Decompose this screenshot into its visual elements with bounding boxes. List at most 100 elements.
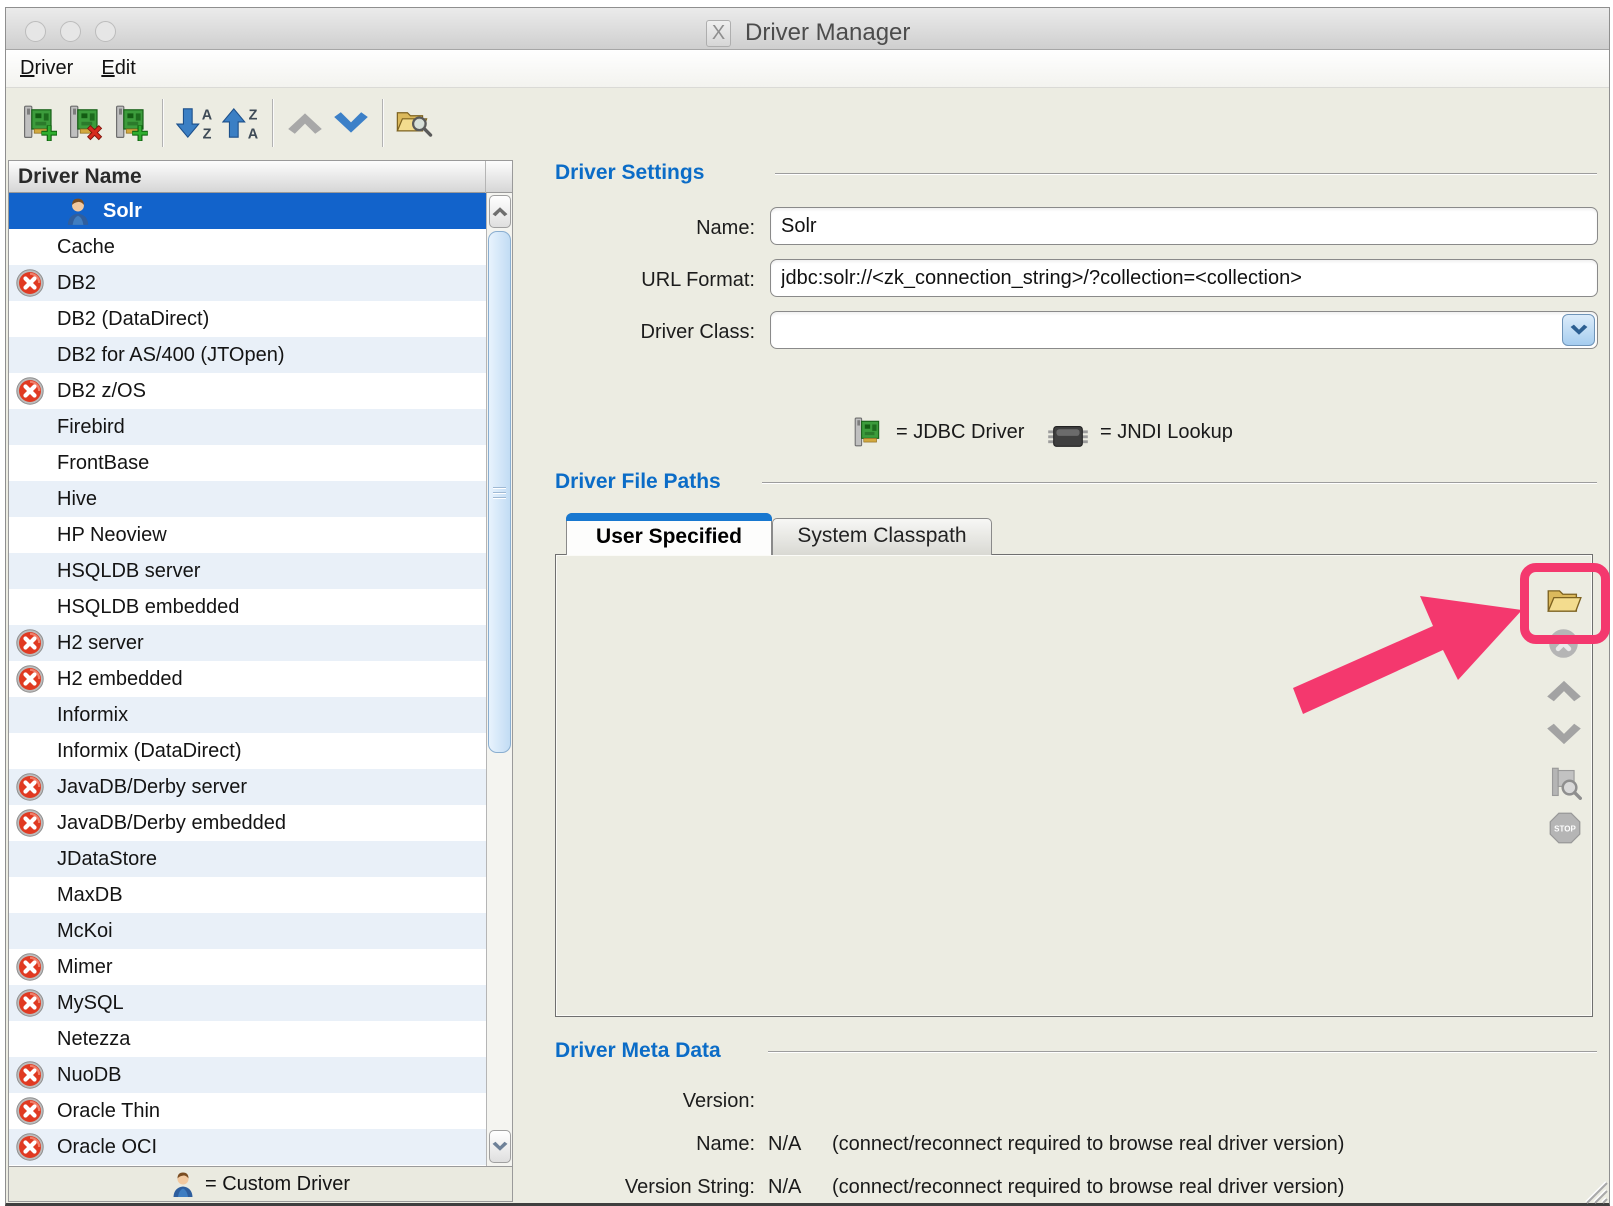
- driver-class-combo[interactable]: [770, 311, 1598, 349]
- sort-letter: Z: [203, 127, 212, 141]
- app-icon: X: [706, 20, 731, 47]
- toolbar: A Z Z A: [6, 88, 1609, 158]
- tab-user-specified[interactable]: User Specified: [566, 513, 772, 555]
- driver-name: McKoi: [57, 913, 113, 949]
- menu-item-driver[interactable]: Driver: [20, 57, 73, 80]
- driver-list-item[interactable]: HSQLDB server: [9, 553, 486, 589]
- meta-name-note: (connect/reconnect required to browse re…: [832, 1133, 1344, 1156]
- move-up-icon: [1546, 678, 1582, 703]
- zoom-button[interactable]: [95, 21, 116, 42]
- driver-class-label: Driver Class:: [540, 321, 755, 344]
- driver-name-input[interactable]: [770, 207, 1598, 245]
- minimize-button[interactable]: [60, 21, 81, 42]
- driver-list-item[interactable]: MySQL: [9, 985, 486, 1021]
- jdbc-driver-legend: = JDBC Driver: [896, 421, 1024, 444]
- driver-name: JavaDB/Derby embedded: [57, 805, 286, 841]
- driver-list-item[interactable]: DB2 z/OS: [9, 373, 486, 409]
- new-driver-button[interactable]: [16, 97, 62, 149]
- driver-list-item[interactable]: HSQLDB embedded: [9, 589, 486, 625]
- path-move-down-button[interactable]: [1546, 722, 1582, 747]
- sort-letter: A: [202, 107, 213, 123]
- highlight-rectangle: [1520, 563, 1610, 644]
- path-move-up-button[interactable]: [1546, 678, 1582, 703]
- tab-system-classpath[interactable]: System Classpath: [772, 518, 992, 555]
- driver-list-item[interactable]: Cache: [9, 229, 486, 265]
- driver-list-item[interactable]: MaxDB: [9, 877, 486, 913]
- driver-name: Firebird: [57, 409, 125, 445]
- driver-list-item[interactable]: FrontBase: [9, 445, 486, 481]
- section-divider: [768, 1051, 1597, 1053]
- scrollbar-grip: [493, 487, 506, 502]
- meta-name-value: N/A: [768, 1133, 801, 1156]
- move-down-button[interactable]: [328, 97, 374, 149]
- toolbar-separator: [272, 99, 274, 147]
- driver-list-item[interactable]: DB2: [9, 265, 486, 301]
- menu-item-edit[interactable]: Edit: [101, 57, 135, 80]
- scroll-down-button[interactable]: [489, 1130, 511, 1163]
- window-title: Driver Manager: [745, 19, 910, 47]
- driver-name: Oracle OCI: [57, 1129, 157, 1165]
- sort-letter: A: [248, 127, 259, 141]
- driver-list-item[interactable]: Hive: [9, 481, 486, 517]
- driver-list-item[interactable]: JavaDB/Derby embedded: [9, 805, 486, 841]
- driver-class-dropdown-button[interactable]: [1562, 314, 1595, 346]
- find-driver-button[interactable]: [392, 97, 438, 149]
- driver-name: MaxDB: [57, 877, 123, 913]
- copy-driver-button[interactable]: [108, 97, 154, 149]
- custom-driver-icon: [65, 197, 91, 226]
- driver-name: Informix: [57, 697, 128, 733]
- driver-list-item[interactable]: Solr: [9, 193, 486, 229]
- driver-name: Hive: [57, 481, 97, 517]
- driver-list-item[interactable]: NuoDB: [9, 1057, 486, 1093]
- error-icon: [16, 1061, 44, 1089]
- driver-name: HSQLDB server: [57, 553, 200, 589]
- driver-list-item[interactable]: Netezza: [9, 1021, 486, 1057]
- detect-driver-button[interactable]: [1548, 764, 1582, 802]
- driver-name: Oracle Thin: [57, 1093, 160, 1129]
- version-string-note: (connect/reconnect required to browse re…: [832, 1176, 1344, 1199]
- driver-name: NuoDB: [57, 1057, 121, 1093]
- stop-button[interactable]: [1549, 812, 1581, 844]
- driver-list-item[interactable]: DB2 (DataDirect): [9, 301, 486, 337]
- sort-descending-button[interactable]: A Z: [172, 97, 218, 149]
- driver-list-item[interactable]: Informix (DataDirect): [9, 733, 486, 769]
- list-scrollbar[interactable]: [486, 193, 512, 1166]
- custom-driver-legend: = Custom Driver: [9, 1166, 512, 1201]
- driver-settings-title: Driver Settings: [555, 161, 704, 185]
- driver-list-item[interactable]: H2 embedded: [9, 661, 486, 697]
- error-icon: [16, 809, 44, 837]
- driver-list-item[interactable]: HP Neoview: [9, 517, 486, 553]
- driver-list-item[interactable]: Firebird: [9, 409, 486, 445]
- driver-name: JavaDB/Derby server: [57, 769, 247, 805]
- driver-name: Solr: [103, 193, 142, 229]
- tab-label: System Classpath: [773, 524, 991, 548]
- scroll-up-button[interactable]: [489, 195, 511, 228]
- driver-list-item[interactable]: DB2 for AS/400 (JTOpen): [9, 337, 486, 373]
- error-icon: [16, 665, 44, 693]
- driver-list-item[interactable]: McKoi: [9, 913, 486, 949]
- url-format-input[interactable]: [770, 259, 1598, 297]
- driver-name-column-header[interactable]: Driver Name: [9, 161, 512, 193]
- version-string-label: Version String:: [540, 1176, 755, 1199]
- column-divider: [485, 161, 486, 193]
- error-icon: [16, 953, 44, 981]
- driver-list-item[interactable]: Oracle Thin: [9, 1093, 486, 1129]
- move-up-button[interactable]: [282, 97, 328, 149]
- sort-ascending-button[interactable]: Z A: [218, 97, 264, 149]
- driver-list-item[interactable]: Informix: [9, 697, 486, 733]
- driver-name: DB2 z/OS: [57, 373, 146, 409]
- error-icon: [16, 1133, 44, 1161]
- title-bar: X Driver Manager: [6, 8, 1609, 50]
- error-icon: [16, 269, 44, 297]
- scrollbar-thumb[interactable]: [488, 231, 511, 753]
- driver-list-item[interactable]: H2 server: [9, 625, 486, 661]
- close-button[interactable]: [25, 21, 46, 42]
- name-label: Name:: [540, 217, 755, 240]
- resize-grip[interactable]: [1578, 1176, 1608, 1204]
- delete-driver-button[interactable]: [62, 97, 108, 149]
- jdbc-driver-icon: [852, 416, 884, 450]
- driver-list-item[interactable]: JavaDB/Derby server: [9, 769, 486, 805]
- driver-list-item[interactable]: Mimer: [9, 949, 486, 985]
- driver-list-item[interactable]: Oracle OCI: [9, 1129, 486, 1165]
- driver-list-item[interactable]: JDataStore: [9, 841, 486, 877]
